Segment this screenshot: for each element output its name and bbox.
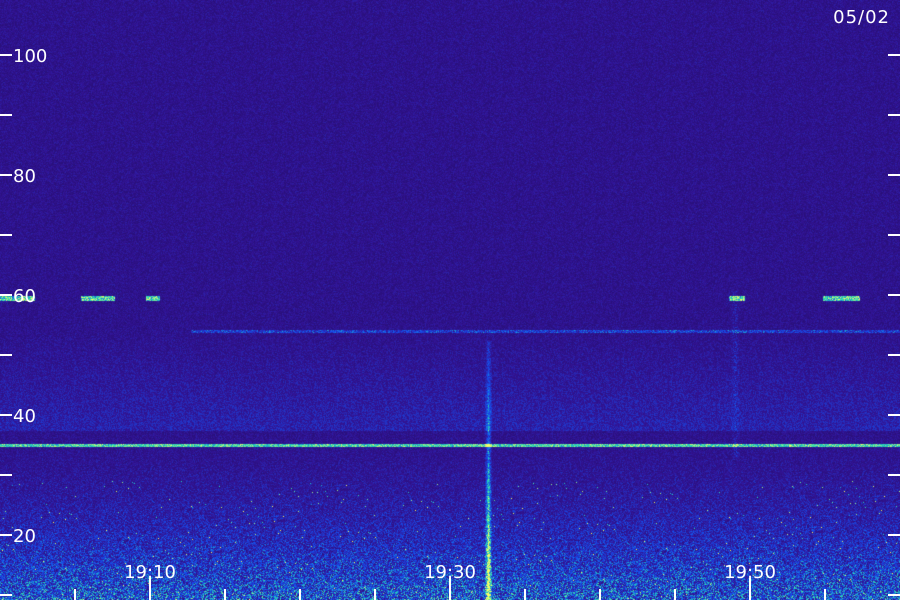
left-tick-group [0,54,12,596]
y-tick-label: 80 [13,166,36,187]
date-label: 05/02 [833,7,890,28]
y-tick-label: 60 [13,286,36,307]
y-label-group: 20 40 60 80 100 [13,46,47,547]
x-tick-label: 19:10 [124,562,176,583]
x-tick-label: 19:50 [724,562,776,583]
right-tick-group [888,54,900,596]
y-tick-label: 20 [13,526,36,547]
x-label-group: 19:10 19:30 19:50 [124,562,776,583]
spectrogram-chart: 20 40 60 80 100 19:10 19:30 19:50 05/02 [0,0,900,600]
y-tick-label: 100 [13,46,47,67]
x-tick-label: 19:30 [424,562,476,583]
axis-overlay: 20 40 60 80 100 19:10 19:30 19:50 05/02 [0,7,900,600]
y-tick-label: 40 [13,406,36,427]
